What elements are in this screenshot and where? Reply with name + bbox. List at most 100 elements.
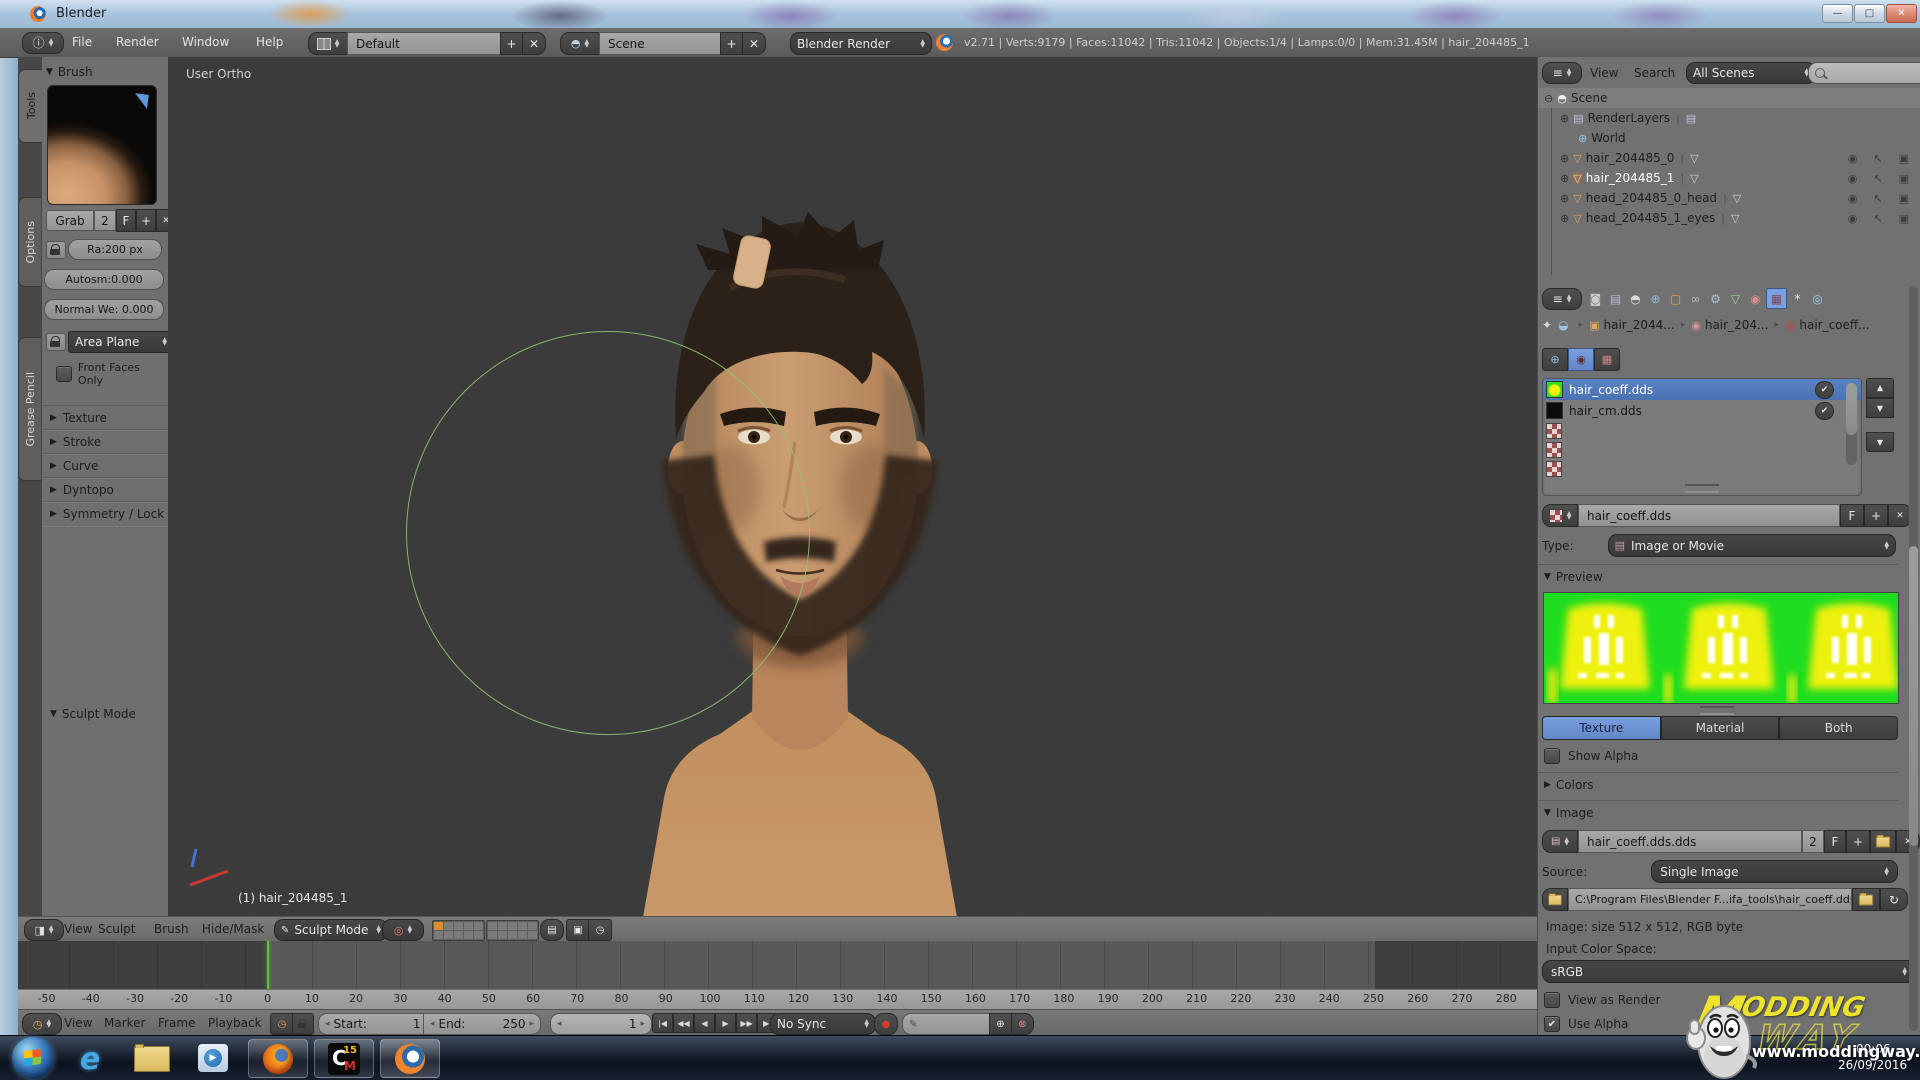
vp-menu-hide-mask[interactable]: Hide/Mask	[202, 922, 264, 936]
breadcrumb-texture[interactable]: hair_coeff...	[1799, 318, 1869, 332]
play-reverse-button[interactable]: ◀	[694, 1013, 715, 1033]
expand-tree-icon[interactable]: ⊕	[1560, 212, 1569, 225]
menu-file[interactable]: File	[72, 35, 92, 49]
file-icon-button[interactable]	[1542, 888, 1568, 911]
view-as-render-checkbox[interactable]	[1544, 992, 1560, 1008]
material-texture-button[interactable]: ◉	[1568, 348, 1594, 371]
outliner-menu-view[interactable]: View	[1590, 66, 1618, 80]
slot-row-empty[interactable]	[1543, 440, 1861, 459]
tab-render-layers-icon[interactable]: ▤	[1606, 289, 1625, 308]
tab-object-icon[interactable]: ▢	[1666, 289, 1685, 308]
image-fake-user-button[interactable]: F	[1824, 830, 1846, 853]
image-users-button[interactable]: 2	[1802, 830, 1824, 853]
tab-texture-icon[interactable]: ▦	[1766, 288, 1787, 309]
outliner-row-world[interactable]: ⊕ World	[1538, 128, 1920, 148]
visibility-eye-icon[interactable]: ◉	[1848, 152, 1858, 165]
use-preview-range-button[interactable]: ◷	[270, 1013, 294, 1035]
expand-tree-icon[interactable]: ⊕	[1560, 152, 1569, 165]
expand-tree-icon[interactable]: ⊕	[1560, 112, 1569, 125]
breadcrumb-material[interactable]: hair_204...	[1705, 318, 1769, 332]
radius-lock-button[interactable]	[46, 241, 66, 259]
tab-world-icon[interactable]: ⊕	[1646, 289, 1665, 308]
current-frame-field[interactable]: ◂ 1 ▸	[550, 1013, 652, 1035]
visibility-eye-icon[interactable]: ◉	[1848, 212, 1858, 225]
outliner-row-hair1-active[interactable]: ⊕ ▽ hair_204485_1 | ▽ ◉ ↖ ▣	[1538, 168, 1920, 188]
image-new-button[interactable]: +	[1846, 830, 1870, 853]
sync-dropdown[interactable]: No Sync	[770, 1013, 876, 1035]
screen-layout-field[interactable]: Default	[347, 32, 509, 55]
tab-physics-icon[interactable]: ◎	[1808, 289, 1827, 308]
path-browse-button[interactable]	[1852, 888, 1880, 911]
keying-set-field[interactable]: ✎	[902, 1013, 1002, 1035]
list-resize-grip[interactable]	[1685, 484, 1719, 493]
path-reload-button[interactable]: ↻	[1880, 888, 1908, 911]
outliner-menu-search[interactable]: Search	[1634, 66, 1675, 80]
autosmooth-slider[interactable]: Autosm:0.000	[44, 269, 164, 290]
timeline-track[interactable]	[18, 941, 1537, 989]
tab-tools[interactable]: Tools	[18, 69, 43, 143]
menu-render[interactable]: Render	[116, 35, 159, 49]
tab-particles-icon[interactable]: *	[1788, 289, 1807, 308]
image-browse-button[interactable]: ▤	[1542, 830, 1578, 853]
insert-keyframe-button[interactable]: ⊕	[989, 1013, 1012, 1035]
other-texture-button[interactable]: ▦	[1594, 348, 1620, 371]
sculpt-plane-dropdown[interactable]: Area Plane	[68, 331, 174, 353]
tab-material-icon[interactable]: ◉	[1746, 289, 1765, 308]
tab-options[interactable]: Options	[18, 197, 41, 287]
texture-fake-user-button[interactable]: F	[1840, 504, 1864, 527]
preview-tab-material[interactable]: Material	[1661, 716, 1780, 740]
slot-specials-button[interactable]: ▼	[1866, 432, 1894, 452]
outliner-row-head0[interactable]: ⊕ ▽ head_204485_0_head | ▽ ◉ ↖ ▣	[1538, 188, 1920, 208]
texture-browse-button[interactable]	[1542, 504, 1578, 527]
texture-name-field[interactable]: hair_coeff.dds	[1578, 504, 1840, 527]
image-path-field[interactable]: C:\Program Files\Blender F...ifa_tools\h…	[1568, 888, 1852, 911]
info-editor-selector[interactable]: ⓘ	[22, 32, 64, 54]
pin-icon[interactable]: ✦	[1542, 318, 1552, 332]
expand-tree-icon[interactable]: ⊕	[1560, 192, 1569, 205]
layers-grid-a[interactable]	[432, 920, 485, 941]
language-indicator[interactable]: FR	[1700, 1050, 1717, 1065]
renderable-camera-icon[interactable]: ▣	[1899, 172, 1909, 185]
vp-menu-sculpt[interactable]: Sculpt	[98, 922, 135, 936]
slot-move-down-button[interactable]: ▼	[1866, 398, 1894, 418]
snap-button[interactable]: ▤	[540, 919, 564, 941]
selectable-cursor-icon[interactable]: ↖	[1873, 192, 1882, 205]
selectable-cursor-icon[interactable]: ↖	[1873, 212, 1882, 225]
tl-menu-marker[interactable]: Marker	[104, 1016, 145, 1030]
plane-lock-button[interactable]	[46, 333, 66, 351]
timeline-ruler[interactable]: -50-40-30-20-100102030405060708090100110…	[18, 989, 1537, 1010]
lock-time-button[interactable]	[292, 1013, 314, 1035]
panel-texture[interactable]: ▶Texture	[42, 405, 176, 431]
texture-add-button[interactable]: +	[1864, 504, 1888, 527]
prev-keyframe-button[interactable]: ◀◀	[673, 1013, 694, 1033]
slot-move-up-button[interactable]: ▼	[1866, 378, 1894, 398]
layers-grid-b[interactable]	[486, 920, 539, 941]
clock-date[interactable]: 26/09/2016	[1838, 1058, 1907, 1072]
tab-data-icon[interactable]: ▽	[1726, 289, 1745, 308]
render-opengl-anim-button[interactable]: ◷	[588, 919, 612, 941]
panel-stroke[interactable]: ▶Stroke	[42, 429, 176, 455]
viewport-editor-selector[interactable]: ◨	[24, 919, 64, 941]
tab-constraints-icon[interactable]: ∞	[1686, 289, 1705, 308]
collapse-tree-icon[interactable]: ⊖	[1544, 92, 1553, 105]
close-button[interactable]: ✕	[1886, 4, 1917, 23]
show-alpha-checkbox[interactable]	[1544, 748, 1560, 764]
slot-enable-checkbox[interactable]: ✔	[1815, 381, 1834, 399]
outliner-row-renderlayers[interactable]: ⊕ ▤ RenderLayers | ▤	[1538, 108, 1920, 128]
file-explorer-icon[interactable]	[134, 1046, 170, 1072]
properties-scrollbar[interactable]	[1909, 286, 1918, 1031]
render-engine-dropdown[interactable]: Blender Render	[790, 32, 932, 55]
scene-field[interactable]: Scene	[599, 32, 729, 55]
front-faces-checkbox[interactable]	[56, 366, 72, 382]
image-name-field[interactable]: hair_coeff.dds.dds	[1578, 830, 1802, 853]
maximize-button[interactable]: □	[1854, 4, 1885, 23]
properties-editor-selector[interactable]: ≡	[1542, 288, 1582, 310]
slot-row-empty[interactable]	[1543, 459, 1861, 478]
sculpt-mode-panel-header[interactable]: ▼ Sculpt Mode	[50, 707, 136, 721]
mode-dropdown[interactable]: ✎ Sculpt Mode	[274, 919, 388, 941]
preview-tab-texture[interactable]: Texture	[1542, 716, 1661, 740]
start-button[interactable]	[12, 1037, 54, 1079]
outliner-search-input[interactable]	[1808, 62, 1920, 84]
slot-enable-checkbox[interactable]: ✔	[1815, 402, 1834, 420]
minimize-button[interactable]: —	[1822, 4, 1853, 23]
